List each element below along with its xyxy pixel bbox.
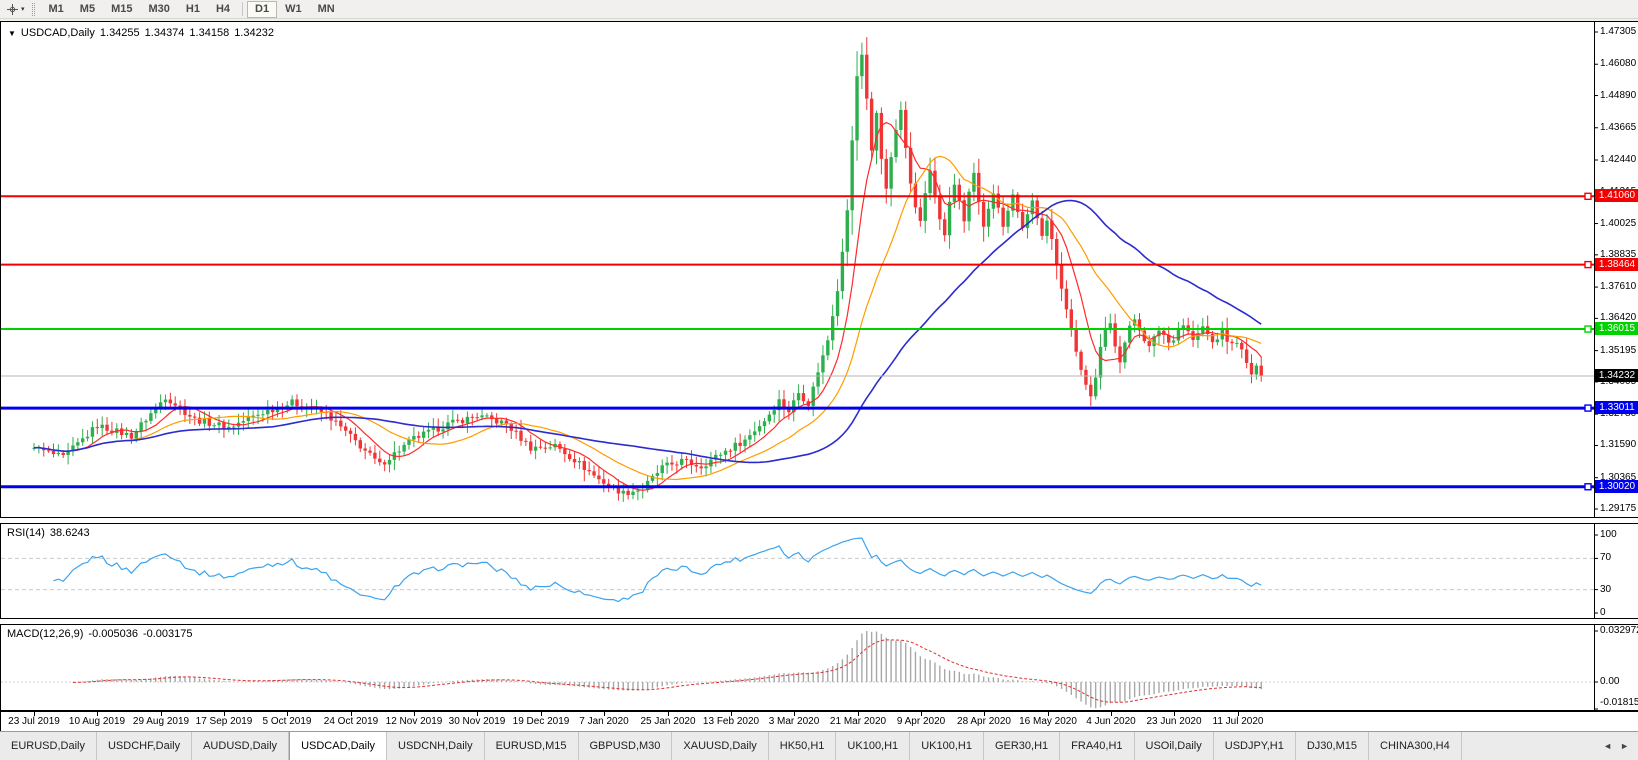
date-label: 23 Jul 2019 (8, 716, 60, 727)
macd-tick: 0.032972 (1600, 625, 1638, 636)
date-label: 13 Feb 2020 (702, 716, 760, 727)
macd-canvas[interactable] (1, 625, 1638, 710)
main-chart-canvas[interactable] (1, 22, 1638, 517)
price-tick: 1.47305 (1600, 26, 1637, 37)
tabs-scroll-left-button[interactable]: ◄ (1603, 741, 1612, 751)
chart-tab-UK100-H1[interactable]: UK100,H1 (836, 732, 911, 760)
date-label: 25 Jan 2020 (640, 716, 696, 727)
chart-tab-GBPUSD-M30[interactable]: GBPUSD,M30 (579, 732, 673, 760)
toolbar-grip[interactable] (31, 2, 35, 16)
timeframe-button-M30[interactable]: M30 (140, 1, 177, 18)
chart-window: ▼ USDCAD,Daily 1.34255 1.34374 1.34158 1… (0, 21, 1638, 731)
price-tick: 1.43665 (1600, 122, 1637, 133)
time-axis[interactable]: 23 Jul 2019 10 Aug 2019 29 Aug 2019 17 Sep … (0, 711, 1638, 731)
rsi-tick: 70 (1600, 552, 1612, 563)
macd-label: MACD(12,26,9) -0.005036 -0.003175 (7, 628, 193, 640)
date-label: 29 Aug 2019 (132, 716, 190, 727)
chart-tab-USOil-Daily[interactable]: USOil,Daily (1135, 732, 1214, 760)
date-label: 4 Jun 2020 (1086, 716, 1136, 727)
hline-price-label: 1.33011 (1595, 401, 1638, 414)
symbol-period-label: USDCAD,Daily (20, 27, 95, 39)
date-label: 7 Jan 2020 (579, 716, 629, 727)
chart-tab-USDJPY-H1[interactable]: USDJPY,H1 (1214, 732, 1296, 760)
chart-tab-UK100-H1[interactable]: UK100,H1 (910, 732, 984, 760)
chart-tab-GER30-H1[interactable]: GER30,H1 (984, 732, 1061, 760)
chart-tabs-bar: EURUSD,Daily USDCHF,Daily AUDUSD,Daily USDC… (0, 731, 1638, 760)
timeframe-button-MN[interactable]: MN (310, 1, 343, 18)
ohlc-open: 1.34255 (99, 27, 140, 39)
rsi-tick: 0 (1600, 607, 1606, 618)
price-tick: 1.44890 (1600, 90, 1637, 101)
rsi-label: RSI(14) 38.6243 (7, 527, 90, 539)
date-label: 30 Nov 2019 (448, 716, 506, 727)
tabs-scroll-right-button[interactable]: ► (1620, 741, 1629, 751)
collapse-triangle-icon[interactable]: ▼ (8, 29, 16, 38)
tab-scroll-controls: ◄ ► (1594, 732, 1638, 760)
price-tick: 1.31590 (1600, 439, 1637, 450)
chart-tab-USDCHF-Daily[interactable]: USDCHF,Daily (97, 732, 193, 760)
cursor-tool-button[interactable]: ▾ (3, 1, 28, 18)
chart-tab-HK50-H1[interactable]: HK50,H1 (769, 732, 837, 760)
price-tick: 1.42440 (1600, 154, 1637, 165)
price-tick: 1.35195 (1600, 345, 1637, 356)
macd-pane: MACD(12,26,9) -0.005036 -0.003175 0.032972… (0, 624, 1638, 711)
timeframe-button-M15[interactable]: M15 (103, 1, 140, 18)
rsi-tick: 100 (1600, 529, 1617, 540)
crosshair-icon (7, 3, 18, 15)
macd-tick: -0.018154 (1600, 697, 1638, 708)
date-label: 19 Dec 2019 (512, 716, 570, 727)
date-label: 9 Apr 2020 (896, 716, 946, 727)
hline-price-label: 1.38464 (1595, 258, 1638, 271)
hline-price-label: 1.30020 (1595, 480, 1638, 493)
timeframe-button-D1[interactable]: D1 (247, 0, 278, 18)
chart-tab-USDCNH-Daily[interactable]: USDCNH,Daily (387, 732, 485, 760)
chart-tab-EURUSD-M15[interactable]: EURUSD,M15 (485, 732, 579, 760)
hline-price-label: 1.36015 (1595, 322, 1638, 335)
chart-tab-USDCAD-Daily[interactable]: USDCAD,Daily (289, 732, 388, 760)
price-tick: 1.37610 (1600, 281, 1637, 292)
chart-tab-AUDUSD-Daily[interactable]: AUDUSD,Daily (192, 732, 290, 760)
chart-tab-XAUUSD-Daily[interactable]: XAUUSD,Daily (672, 732, 769, 760)
date-label: 11 Jul 2020 (1212, 716, 1264, 727)
current-price-label: 1.34232 (1595, 369, 1638, 382)
price-tick: 1.46080 (1600, 58, 1637, 69)
date-label: 10 Aug 2019 (68, 716, 126, 727)
date-label: 17 Sep 2019 (195, 716, 253, 727)
date-label: 12 Nov 2019 (385, 716, 443, 727)
price-tick: 1.29175 (1600, 503, 1637, 514)
chart-tab-FRA40-H1[interactable]: FRA40,H1 (1060, 732, 1135, 760)
top-toolbar: ▾ M1 M5 M15 M30 H1 H4 D1 W1 MN (0, 0, 1638, 19)
date-label: 23 Jun 2020 (1146, 716, 1202, 727)
toolbar-separator (242, 2, 244, 16)
timeframe-button-H1[interactable]: H1 (178, 1, 208, 18)
price-tick: 1.40025 (1600, 218, 1637, 229)
date-label: 21 Mar 2020 (829, 716, 887, 727)
date-label: 24 Oct 2019 (323, 716, 379, 727)
timeframe-button-M5[interactable]: M5 (72, 1, 103, 18)
timeframe-button-M1[interactable]: M1 (41, 1, 72, 18)
chart-tab-DJ30-M15[interactable]: DJ30,M15 (1296, 732, 1369, 760)
rsi-pane: RSI(14) 38.6243 100 70 30 0 (0, 523, 1638, 619)
timeframe-toolbar: M1 M5 M15 M30 H1 H4 D1 W1 MN (41, 0, 343, 18)
date-label: 28 Apr 2020 (957, 716, 1011, 727)
chart-tabs: EURUSD,Daily USDCHF,Daily AUDUSD,Daily USDC… (0, 732, 1594, 760)
rsi-tick: 30 (1600, 584, 1612, 595)
chart-tab-CHINA300-H4[interactable]: CHINA300,H4 (1369, 732, 1462, 760)
ohlc-close: 1.34232 (234, 27, 274, 39)
chart-tab-EURUSD-Daily[interactable]: EURUSD,Daily (0, 732, 97, 760)
ohlc-low: 1.34158 (189, 27, 230, 39)
chart-title: ▼ USDCAD,Daily 1.34255 1.34374 1.34158 1… (8, 27, 274, 39)
ohlc-high: 1.34374 (144, 27, 185, 39)
hline-price-label: 1.41060 (1595, 189, 1638, 202)
date-label: 16 May 2020 (1019, 716, 1077, 727)
rsi-canvas[interactable] (1, 524, 1638, 618)
main-price-pane: ▼ USDCAD,Daily 1.34255 1.34374 1.34158 1… (0, 21, 1638, 518)
macd-tick: 0.00 (1600, 676, 1620, 687)
terminal-window: ▾ M1 M5 M15 M30 H1 H4 D1 W1 MN ▼ USDCAD,Daily 1.… (0, 0, 1638, 760)
date-label: 3 Mar 2020 (768, 716, 820, 727)
dropdown-caret-icon: ▾ (21, 6, 25, 13)
timeframe-button-W1[interactable]: W1 (277, 1, 310, 18)
date-label: 5 Oct 2019 (262, 716, 312, 727)
timeframe-button-H4[interactable]: H4 (208, 1, 238, 18)
